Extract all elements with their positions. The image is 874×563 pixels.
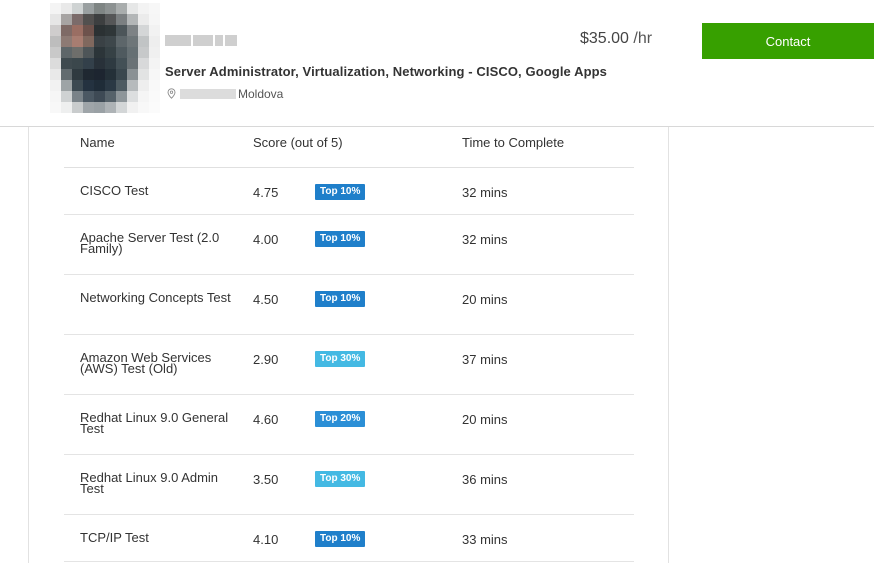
- test-duration: 37 mins: [462, 352, 508, 367]
- table-header: Name Score (out of 5) Time to Complete: [64, 127, 634, 168]
- avatar: [50, 2, 160, 114]
- test-duration: 20 mins: [462, 412, 508, 427]
- content-left-border: [28, 127, 29, 563]
- test-name: Networking Concepts Test: [80, 290, 231, 305]
- test-duration: 32 mins: [462, 232, 508, 247]
- redacted-name: [165, 35, 241, 46]
- test-score: 4.10: [253, 532, 279, 547]
- profile-location: Moldova: [167, 87, 283, 101]
- column-header-time: Time to Complete: [462, 135, 565, 150]
- table-row: CISCO Test 4.75 Top 10% 32 mins: [64, 168, 634, 215]
- test-name: TCP/IP Test: [80, 530, 149, 545]
- table-row: Networking Concepts Test 4.50 Top 10% 20 mi…: [64, 275, 634, 335]
- rank-badge: Top 20%: [315, 411, 366, 427]
- location-pin-icon: [167, 88, 176, 99]
- test-duration: 33 mins: [462, 532, 508, 547]
- contact-button[interactable]: Contact: [702, 23, 874, 59]
- test-duration: 20 mins: [462, 292, 508, 307]
- column-header-name: Name: [80, 135, 115, 150]
- rank-badge: Top 10%: [315, 184, 366, 200]
- test-name: Redhat Linux 9.0 General Test: [80, 410, 229, 436]
- test-score: 4.00: [253, 232, 279, 247]
- test-name: Apache Server Test (2.0 Family): [80, 230, 220, 256]
- table-body: CISCO Test 4.75 Top 10% 32 mins Apache Serve…: [64, 168, 634, 562]
- test-score: 3.50: [253, 472, 279, 487]
- profile-header: Server Administrator, Virtualization, Ne…: [0, 0, 874, 127]
- test-score: 4.50: [253, 292, 279, 307]
- content-right-border: [668, 127, 669, 563]
- profile-title: Server Administrator, Virtualization, Ne…: [165, 64, 607, 79]
- test-score: 4.75: [253, 185, 279, 200]
- rank-badge: Top 30%: [315, 351, 366, 367]
- test-name: CISCO Test: [80, 183, 149, 198]
- table-row: Redhat Linux 9.0 Admin Test 3.50 Top 30% 36…: [64, 455, 634, 515]
- table-row: Apache Server Test (2.0 Family) 4.00 Top 1…: [64, 215, 634, 275]
- test-scores-table: Name Score (out of 5) Time to Complete C…: [64, 127, 634, 562]
- table-row: TCP/IP Test 4.10 Top 10% 33 mins: [64, 515, 634, 562]
- rank-badge: Top 10%: [315, 291, 366, 307]
- rank-badge: Top 10%: [315, 231, 366, 247]
- test-name: Amazon Web Services (AWS) Test (Old): [80, 350, 212, 376]
- test-duration: 32 mins: [462, 185, 508, 200]
- test-score: 4.60: [253, 412, 279, 427]
- location-country: Moldova: [238, 87, 284, 101]
- column-header-score: Score (out of 5): [253, 135, 343, 150]
- rate-unit: /hr: [628, 30, 653, 47]
- test-name: Redhat Linux 9.0 Admin Test: [80, 470, 219, 496]
- rate-amount: $35.00: [580, 30, 629, 47]
- table-row: Redhat Linux 9.0 General Test 4.60 Top 20%…: [64, 395, 634, 455]
- test-score: 2.90: [253, 352, 279, 367]
- redacted-city: [180, 89, 236, 99]
- rank-badge: Top 30%: [315, 471, 366, 487]
- table-row: Amazon Web Services (AWS) Test (Old) 2.90…: [64, 335, 634, 395]
- rank-badge: Top 10%: [315, 531, 366, 547]
- hourly-rate: $35.00 /hr: [580, 30, 652, 48]
- test-duration: 36 mins: [462, 472, 508, 487]
